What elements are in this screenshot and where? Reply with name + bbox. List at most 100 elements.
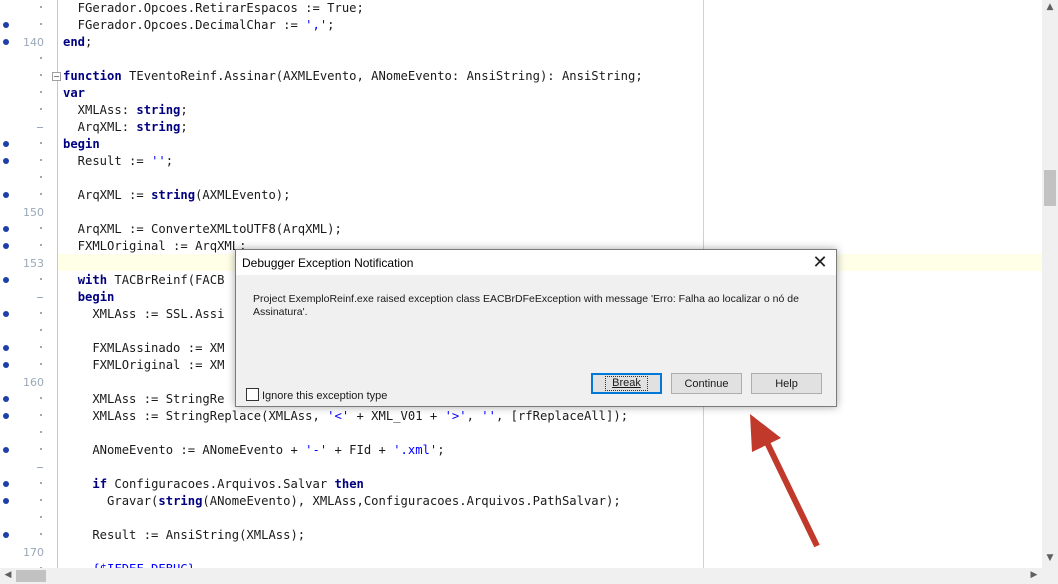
continue-button[interactable]: Continue [671,373,742,394]
horizontal-scroll-thumb[interactable] [16,570,46,582]
line-number: 150 [23,206,44,219]
dialog-titlebar[interactable]: Debugger Exception Notification ✕ [236,250,836,275]
code-line[interactable]: Result := AnsiString(XMLAss); [0,527,1042,544]
code-line[interactable]: Result := ''; [0,153,1042,170]
code-line[interactable] [0,425,1042,442]
code-line[interactable]: 150 [0,204,1042,221]
breakpoint-marker-icon[interactable] [3,481,9,487]
code-line[interactable]: 140 end; [0,34,1042,51]
code-line[interactable]: − function TEventoReinf.Assinar(AXMLEvent… [0,68,1042,85]
code-line[interactable] [0,510,1042,527]
gutter-dot [40,363,42,365]
line-number: 153 [23,257,44,270]
fold-toggle-icon[interactable]: − [52,72,61,81]
horizontal-scrollbar[interactable]: ◀ ▶ [0,568,1042,584]
gutter-dot [40,448,42,450]
code-text: ArqXML := string(AXMLEvento); [63,188,291,202]
break-button[interactable]: Break [591,373,662,394]
code-text: Result := ''; [63,154,174,168]
ignore-exception-checkbox[interactable] [246,388,259,401]
breakpoint-marker-icon[interactable] [3,243,9,249]
gutter-dot [40,193,42,195]
gutter-dot [40,57,42,59]
exception-dialog: Debugger Exception Notification ✕ Projec… [235,249,837,407]
gutter-dot [40,227,42,229]
breakpoint-marker-icon[interactable] [3,396,9,402]
scroll-up-arrow-icon[interactable]: ▲ [1042,2,1058,12]
code-line[interactable]: FGerador.Opcoes.RetirarEspacos := True; [0,0,1042,17]
code-line[interactable]: if Configuracoes.Arquivos.Salvar then [0,476,1042,493]
code-line[interactable] [0,51,1042,68]
code-line[interactable]: var [0,85,1042,102]
breakpoint-marker-icon[interactable] [3,277,9,283]
close-icon[interactable]: ✕ [808,252,832,272]
gutter-dot [40,533,42,535]
gutter-dot [40,159,42,161]
breakpoint-marker-icon[interactable] [3,192,9,198]
gutter-dot [40,397,42,399]
breakpoint-marker-icon[interactable] [3,532,9,538]
vertical-scroll-thumb[interactable] [1044,170,1056,206]
breakpoint-marker-icon[interactable] [3,141,9,147]
breakpoint-marker-icon[interactable] [3,22,9,28]
continue-button-label: Continue [684,378,729,390]
code-line[interactable]: XMLAss := StringReplace(XMLAss, '<' + XM… [0,408,1042,425]
line-number: 170 [23,546,44,559]
gutter-dot [40,142,42,144]
breakpoint-marker-icon[interactable] [3,413,9,419]
code-line[interactable]: XMLAss: string; [0,102,1042,119]
breakpoint-marker-icon[interactable] [3,362,9,368]
scrollbar-corner [1042,568,1058,584]
breakpoint-marker-icon[interactable] [3,311,9,317]
code-text: end; [63,35,93,49]
exception-message: Project ExemploReinf.exe raised exceptio… [253,293,799,318]
breakpoint-marker-icon[interactable] [3,39,9,45]
code-line[interactable]: ANomeEvento := ANomeEvento + '-' + FId +… [0,442,1042,459]
code-text: if Configuracoes.Arquivos.Salvar then [92,477,364,491]
gutter-dot [40,329,42,331]
vertical-scrollbar[interactable]: ▲ ▼ [1042,0,1058,568]
breakpoint-marker-icon[interactable] [3,447,9,453]
code-text: ArqXML: string; [63,120,188,134]
gutter-dash [37,297,43,298]
code-text: FGerador.Opcoes.RetirarEspacos := True; [63,1,364,15]
breakpoint-marker-icon[interactable] [3,498,9,504]
code-text: XMLAss := SSL.Assi [63,307,225,321]
code-line[interactable]: begin [0,136,1042,153]
gutter-dot [40,516,42,518]
code-line[interactable]: ArqXML := string(AXMLEvento); [0,187,1042,204]
scroll-right-arrow-icon[interactable]: ▶ [1026,570,1042,580]
scroll-left-arrow-icon[interactable]: ◀ [0,570,16,580]
code-line[interactable]: {$IFDEF DEBUG} [0,561,1042,568]
code-line[interactable]: FGerador.Opcoes.DecimalChar := ','; [0,17,1042,34]
gutter-dot [40,6,42,8]
code-line[interactable]: 170 [0,544,1042,561]
breakpoint-marker-icon[interactable] [3,226,9,232]
code-line[interactable] [0,459,1042,476]
code-text: XMLAss: string; [63,103,188,117]
gutter-dot [40,176,42,178]
code-line[interactable]: ArqXML := ConverteXMLtoUTF8(ArqXML); [0,221,1042,238]
break-button-label: Break [612,377,641,389]
code-line[interactable] [0,170,1042,187]
gutter-dot [40,312,42,314]
code-text: function TEventoReinf.Assinar(AXMLEvento… [63,69,643,83]
code-text: Gravar(string(ANomeEvento), XMLAss,Confi… [63,494,621,508]
gutter-dot [40,346,42,348]
scroll-down-arrow-icon[interactable]: ▼ [1042,553,1058,563]
code-text: FXMLOriginal := ArqXML; [63,239,247,253]
code-line[interactable]: ArqXML: string; [0,119,1042,136]
help-button[interactable]: Help [751,373,822,394]
line-number: 140 [23,36,44,49]
code-text: FXMLAssinado := XM [63,341,225,355]
code-line[interactable]: Gravar(string(ANomeEvento), XMLAss,Confi… [0,493,1042,510]
ignore-exception-option[interactable]: Ignore this exception type [246,388,387,402]
code-text: var [63,86,86,100]
gutter-dot [40,244,42,246]
code-text: ArqXML := ConverteXMLtoUTF8(ArqXML); [63,222,342,236]
breakpoint-marker-icon[interactable] [3,345,9,351]
ignore-exception-label: Ignore this exception type [262,390,388,402]
code-text: FGerador.Opcoes.DecimalChar := ','; [63,18,335,32]
breakpoint-marker-icon[interactable] [3,158,9,164]
code-text: FXMLOriginal := XM [63,358,225,372]
